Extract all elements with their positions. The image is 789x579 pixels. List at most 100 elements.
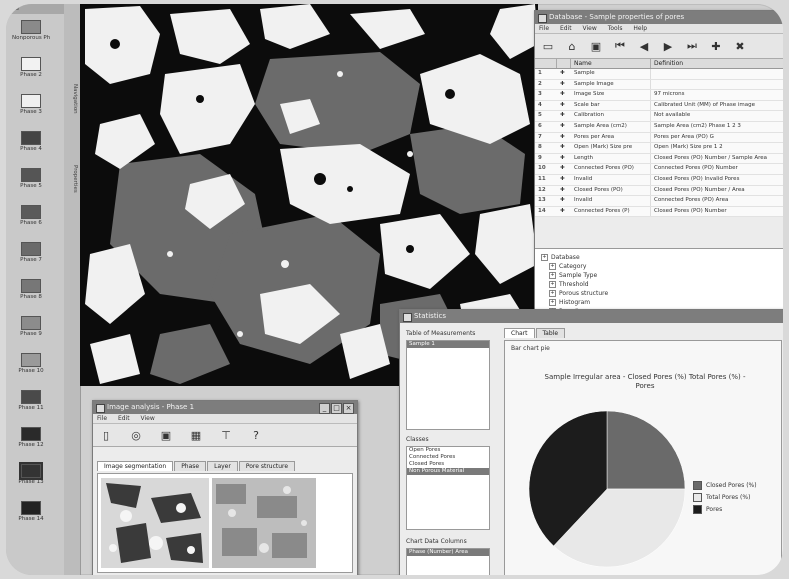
tab-table[interactable]: Table (535, 328, 566, 338)
table-row[interactable]: 11 ✚ Invalid Closed Pores (PO) Invalid Pore… (535, 174, 783, 186)
expand-icon[interactable]: + (549, 281, 556, 288)
phase-color-swatch[interactable] (21, 427, 41, 441)
palette-item[interactable]: Phase 9 (12, 316, 50, 338)
properties-titlebar[interactable]: Database - Sample properties of pores (535, 11, 783, 24)
phase-color-swatch[interactable] (21, 316, 41, 330)
classes-list[interactable]: Open Pores Connected Pores Closed Pores … (406, 446, 490, 530)
list-item[interactable]: Non Porous Material (407, 468, 489, 475)
table-row[interactable]: 12 ✚ Closed Pores (PO) Closed Pores (PO) Nu… (535, 185, 783, 197)
palette-item[interactable]: Phase 5 (12, 168, 50, 190)
open-icon[interactable]: ▯ (97, 426, 115, 444)
close-button[interactable]: × (343, 403, 354, 414)
table-row[interactable]: 1 ✚ Sample (535, 69, 783, 80)
table-row[interactable]: 7 ✚ Pores per Area Pores per Area (PO) G (535, 132, 783, 144)
statistics-titlebar[interactable]: Statistics (400, 310, 783, 323)
phase-color-swatch[interactable] (21, 168, 41, 182)
col-header-definition[interactable]: Definition (651, 59, 783, 68)
tab-phase[interactable]: Phase (174, 461, 207, 471)
tab-pore-structure[interactable]: Pore structure (238, 461, 296, 471)
palette-item[interactable]: Phase 13 (12, 462, 50, 486)
palette-item[interactable]: Phase 7 (12, 242, 50, 264)
palette-item[interactable]: Phase 4 (12, 131, 50, 153)
expand-icon[interactable]: + (541, 254, 548, 261)
palette-item[interactable]: Phase 6 (12, 205, 50, 227)
open-icon[interactable]: ⌂ (563, 37, 581, 55)
expand-icon[interactable]: + (549, 299, 556, 306)
save-icon[interactable]: ▣ (587, 37, 605, 55)
palette-item[interactable]: Phase 12 (12, 427, 50, 449)
phase-color-swatch[interactable] (21, 353, 41, 367)
table-row[interactable]: 14 ✚ Connected Pores (P) Closed Pores (PO) … (535, 206, 783, 218)
table-row[interactable]: 10 ✚ Connected Pores (PO) Connected Pores (… (535, 164, 783, 175)
phase-color-swatch[interactable] (21, 390, 41, 404)
phase-color-swatch[interactable] (21, 20, 41, 34)
menu-file[interactable]: File (539, 25, 549, 32)
palette-item[interactable]: Phase 8 (12, 279, 50, 301)
help-icon[interactable]: ? (247, 426, 265, 444)
phase-color-swatch[interactable] (21, 57, 41, 71)
palette-item[interactable]: Nonporous Ph (12, 20, 50, 42)
next-icon[interactable]: ▶ (659, 37, 677, 55)
tab-chart[interactable]: Chart (504, 328, 535, 338)
expand-icon[interactable]: + (549, 290, 556, 297)
palette-item[interactable]: Phase 11 (12, 390, 50, 412)
palette-item[interactable]: Phase 10 (12, 353, 50, 375)
phase-color-swatch[interactable] (21, 279, 41, 293)
phase-color-swatch[interactable] (21, 131, 41, 145)
vtab-navigation[interactable]: Navigation (66, 64, 78, 134)
menu-help[interactable]: Help (633, 25, 647, 32)
prev-icon[interactable]: ◀ (635, 37, 653, 55)
table-row[interactable]: 3 ✚ Image Size 97 microns (535, 90, 783, 101)
measurements-list[interactable]: Sample 1 (406, 340, 490, 430)
add-icon[interactable]: ✚ (707, 37, 725, 55)
table-row[interactable]: 2 ✚ Sample Image (535, 79, 783, 91)
menu-tools[interactable]: Tools (608, 25, 623, 32)
table-row[interactable]: 13 ✚ Invalid Connected Pores (PO) Area (535, 196, 783, 207)
col-header-0[interactable] (535, 59, 557, 68)
phase-color-swatch[interactable] (19, 462, 43, 480)
tree-item[interactable]: + Category (541, 262, 778, 271)
tree-item[interactable]: + Threshold (541, 280, 778, 289)
menu-file[interactable]: File (97, 415, 107, 422)
list-item[interactable]: Sample 1 (407, 341, 489, 348)
vtab-properties[interactable]: Properties (66, 144, 78, 214)
tree-item[interactable]: + Porous structure (541, 289, 778, 298)
chart-columns-list[interactable]: Phase (Number) Area (406, 548, 490, 575)
tab-image-segmentation[interactable]: Image segmentation (97, 461, 174, 471)
phase-color-swatch[interactable] (21, 94, 41, 108)
palette-item[interactable]: Phase 3 (12, 94, 50, 116)
col-header-name[interactable]: Name (571, 59, 651, 68)
list-item[interactable]: Connected Pores (407, 454, 489, 461)
tab-layer[interactable]: Layer (207, 461, 238, 471)
first-icon[interactable]: ⏮ (611, 37, 629, 55)
tree-item[interactable]: + Histogram (541, 298, 778, 307)
camera-icon[interactable]: ◎ (127, 426, 145, 444)
phase-color-swatch[interactable] (21, 501, 41, 515)
table-row[interactable]: 9 ✚ Length Closed Pores (PO) Number / Sampl… (535, 153, 783, 165)
phase-color-swatch[interactable] (21, 242, 41, 256)
last-icon[interactable]: ⏭ (683, 37, 701, 55)
new-icon[interactable]: ▭ (539, 37, 557, 55)
tree-item[interactable]: + Sample Type (541, 271, 778, 280)
menu-edit[interactable]: Edit (118, 415, 130, 422)
grid-icon[interactable]: ▦ (187, 426, 205, 444)
image-titlebar[interactable]: Image analysis - Phase 1 _ □ × (93, 401, 357, 414)
table-row[interactable]: 4 ✚ Scale bar Calibrated Unit (MM) of Phase… (535, 100, 783, 112)
menu-view[interactable]: View (583, 25, 597, 32)
list-item[interactable]: Phase (Number) Area (407, 549, 489, 556)
maximize-button[interactable]: □ (331, 403, 342, 414)
list-item[interactable]: Closed Pores (407, 461, 489, 468)
phase-color-swatch[interactable] (21, 205, 41, 219)
expand-icon[interactable]: + (549, 272, 556, 279)
palette-item[interactable]: Phase 2 (12, 57, 50, 79)
processed-thumbnail[interactable] (212, 478, 316, 568)
menu-edit[interactable]: Edit (560, 25, 572, 32)
table-row[interactable]: 6 ✚ Sample Area (cm2) Sample Area (cm2) Pha… (535, 121, 783, 133)
expand-icon[interactable]: + (549, 263, 556, 270)
palette-item[interactable]: Phase 14 (12, 501, 50, 523)
image-icon[interactable]: ▣ (157, 426, 175, 444)
delete-icon[interactable]: ✖ (731, 37, 749, 55)
table-row[interactable]: 8 ✚ Open (Mark) Size pre Open (Mark) Size p… (535, 143, 783, 154)
original-thumbnail[interactable] (101, 478, 209, 568)
list-item[interactable]: Open Pores (407, 447, 489, 454)
